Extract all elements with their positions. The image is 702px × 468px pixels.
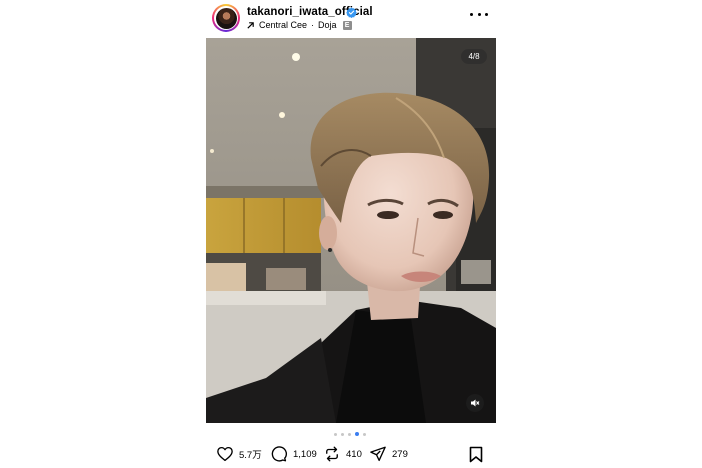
verified-badge-icon bbox=[346, 7, 357, 18]
comment-count: 1,109 bbox=[293, 448, 317, 460]
share-count: 279 bbox=[392, 448, 408, 460]
send-icon bbox=[370, 446, 386, 462]
carousel-dot-active bbox=[355, 432, 359, 436]
carousel-indicator bbox=[334, 432, 366, 436]
repost-button[interactable]: 410 bbox=[323, 445, 362, 463]
share-button[interactable]: 279 bbox=[369, 445, 408, 463]
carousel-dot bbox=[363, 432, 366, 436]
like-count: 5.7万 bbox=[239, 450, 262, 461]
more-horizontal-icon bbox=[470, 12, 473, 16]
heart-icon bbox=[217, 446, 233, 462]
comment-icon bbox=[271, 446, 287, 462]
repost-count: 410 bbox=[346, 448, 362, 460]
arrow-up-right-icon bbox=[247, 21, 254, 29]
carousel-dot bbox=[341, 432, 344, 436]
bookmark-icon[interactable] bbox=[468, 446, 484, 463]
music-track: Doja bbox=[318, 20, 337, 30]
instagram-post: takanori_iwata_official Central Cee · Do… bbox=[0, 0, 702, 468]
repost-icon bbox=[326, 446, 338, 462]
speaker-muted-icon bbox=[471, 399, 480, 407]
selfie-photo bbox=[206, 38, 496, 423]
more-options-button[interactable] bbox=[470, 10, 488, 18]
comment-button[interactable]: 1,109 bbox=[270, 445, 317, 463]
carousel-dot bbox=[334, 432, 337, 436]
post-media-image[interactable] bbox=[206, 38, 496, 423]
explicit-badge: E bbox=[342, 20, 352, 30]
music-info[interactable]: Central Cee · Doja E bbox=[246, 19, 352, 31]
music-separator: · bbox=[311, 20, 315, 30]
carousel-dot bbox=[348, 432, 351, 436]
avatar bbox=[215, 7, 237, 29]
media-counter: 4/8 bbox=[461, 49, 487, 64]
like-button[interactable]: 5.7万 bbox=[216, 445, 262, 463]
music-artist: Central Cee bbox=[259, 20, 308, 30]
story-avatar[interactable] bbox=[212, 4, 240, 32]
mute-button[interactable] bbox=[466, 394, 484, 412]
